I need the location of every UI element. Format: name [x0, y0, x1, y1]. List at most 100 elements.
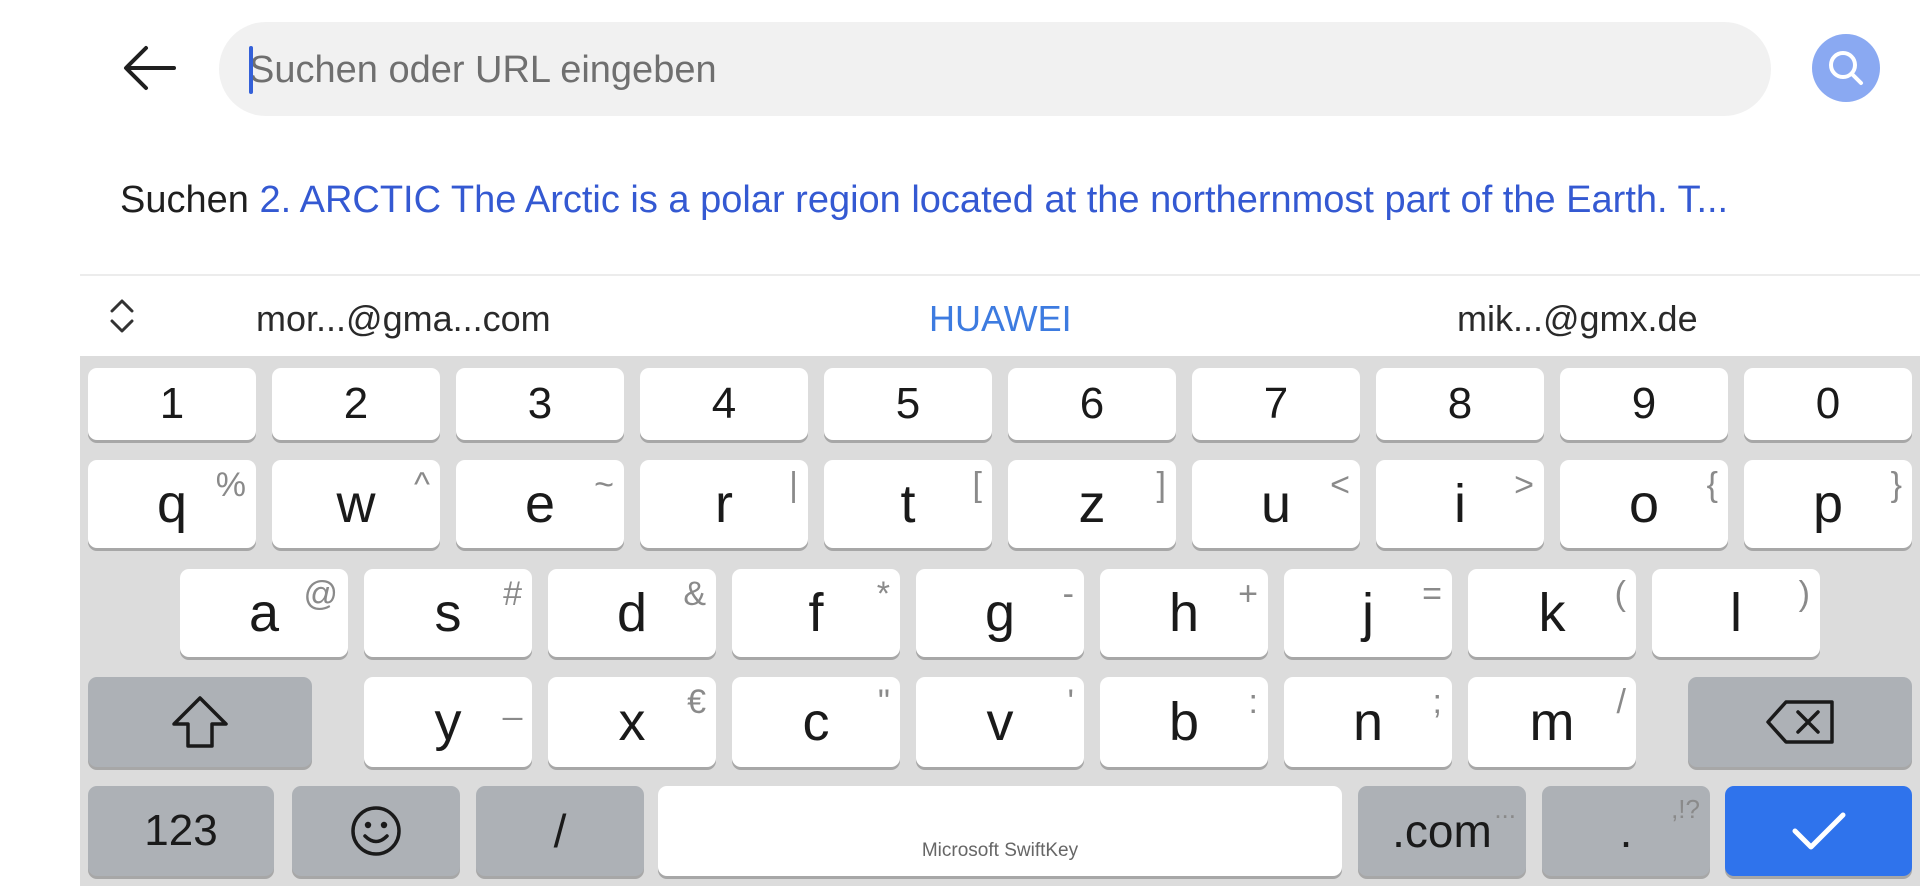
period-key[interactable]: . ,!?	[1542, 786, 1710, 876]
key-c-label: c	[802, 692, 830, 752]
key-o[interactable]: o{	[1560, 460, 1728, 548]
keyboard-suggestion-left[interactable]: mor...@gma...com	[256, 276, 551, 356]
key-s-alt: #	[503, 575, 522, 613]
key-c[interactable]: c "	[732, 677, 900, 767]
key-9-label: 9	[1631, 379, 1657, 428]
key-i-alt: >	[1514, 466, 1534, 504]
key-v-alt: '	[1067, 683, 1075, 721]
key-r-label: r	[715, 474, 733, 534]
dotcom-key-label: .com	[1392, 805, 1492, 857]
slash-key-label: /	[553, 805, 567, 857]
search-button[interactable]	[1812, 34, 1880, 102]
key-0[interactable]: 0	[1744, 368, 1912, 440]
period-key-alt: ,!?	[1671, 794, 1700, 824]
key-l[interactable]: l)	[1652, 569, 1820, 657]
key-2[interactable]: 2	[272, 368, 440, 440]
key-j-alt: =	[1422, 575, 1442, 613]
key-x[interactable]: x €	[548, 677, 716, 767]
key-2-label: 2	[343, 379, 369, 428]
key-h-alt: +	[1238, 575, 1258, 613]
search-field[interactable]	[219, 22, 1771, 118]
key-v[interactable]: v '	[916, 677, 1084, 767]
key-y-label: y	[434, 692, 462, 752]
key-r-alt: |	[789, 466, 798, 504]
key-l-label: l	[1730, 583, 1742, 643]
key-3[interactable]: 3	[456, 368, 624, 440]
key-7-label: 7	[1263, 379, 1289, 428]
key-p-alt: }	[1890, 466, 1902, 504]
keyboard-suggestion-right[interactable]: mik...@gmx.de	[1457, 276, 1698, 356]
key-k-label: k	[1538, 583, 1566, 643]
expand-toolbar-button[interactable]	[100, 294, 144, 338]
backspace-key[interactable]	[1688, 677, 1912, 767]
emoji-key[interactable]	[292, 786, 460, 876]
search-suggestion[interactable]: Suchen 2. ARCTIC The Arctic is a polar r…	[120, 168, 1880, 232]
keyboard-suggestion-center[interactable]: HUAWEI	[929, 276, 1072, 356]
key-5[interactable]: 5	[824, 368, 992, 440]
key-e-alt: ~	[594, 466, 614, 504]
key-e[interactable]: e ~	[456, 460, 624, 548]
key-1[interactable]: 1	[88, 368, 256, 440]
key-f[interactable]: f *	[732, 569, 900, 657]
key-j[interactable]: j =	[1284, 569, 1452, 657]
search-icon	[1829, 51, 1863, 85]
key-o-label: o	[1628, 474, 1660, 534]
key-a[interactable]: a @	[180, 569, 348, 657]
key-x-alt: €	[687, 683, 706, 721]
key-u-label: u	[1260, 474, 1292, 534]
key-6[interactable]: 6	[1008, 368, 1176, 440]
numbers-key-label: 123	[144, 806, 218, 855]
numbers-key[interactable]: 123	[88, 786, 274, 876]
dotcom-key[interactable]: .com ...	[1358, 786, 1526, 876]
key-a-alt: @	[303, 575, 338, 613]
key-w-alt: ^	[414, 466, 430, 504]
enter-key[interactable]	[1725, 786, 1912, 876]
key-q[interactable]: q%	[88, 460, 256, 548]
dotcom-key-alt: ...	[1494, 794, 1516, 824]
search-input[interactable]	[247, 22, 1731, 118]
key-8[interactable]: 8	[1376, 368, 1544, 440]
key-y[interactable]: y _	[364, 677, 532, 767]
key-4[interactable]: 4	[640, 368, 808, 440]
key-t[interactable]: t[	[824, 460, 992, 548]
key-7[interactable]: 7	[1192, 368, 1360, 440]
key-3-label: 3	[527, 379, 553, 428]
key-g[interactable]: g-	[916, 569, 1084, 657]
period-key-label: .	[1619, 805, 1633, 857]
key-q-alt: %	[215, 466, 246, 504]
key-8-label: 8	[1447, 379, 1473, 428]
back-button[interactable]	[118, 40, 182, 96]
key-d-label: d	[616, 583, 648, 643]
key-p[interactable]: p}	[1744, 460, 1912, 548]
keyboard: mor...@gma...com HUAWEI mik...@gmx.de 12…	[80, 276, 1920, 886]
key-z[interactable]: z]	[1008, 460, 1176, 548]
key-w[interactable]: w ^	[272, 460, 440, 548]
key-s[interactable]: s #	[364, 569, 532, 657]
key-n-label: n	[1352, 692, 1384, 752]
key-m[interactable]: m /	[1468, 677, 1636, 767]
key-r[interactable]: r |	[640, 460, 808, 548]
smiley-icon	[351, 806, 401, 856]
key-u[interactable]: u <	[1192, 460, 1360, 548]
key-n[interactable]: n;	[1284, 677, 1452, 767]
suggestion-prefix: Suchen	[120, 179, 249, 221]
key-f-label: f	[808, 583, 824, 643]
key-9[interactable]: 9	[1560, 368, 1728, 440]
key-k[interactable]: k(	[1468, 569, 1636, 657]
key-b[interactable]: b:	[1100, 677, 1268, 767]
key-d[interactable]: d &	[548, 569, 716, 657]
key-i[interactable]: i >	[1376, 460, 1544, 548]
space-key[interactable]: Microsoft SwiftKey	[658, 786, 1342, 876]
key-u-alt: <	[1330, 466, 1350, 504]
key-q-label: q	[156, 474, 188, 534]
key-z-alt: ]	[1156, 466, 1166, 504]
shift-key[interactable]	[88, 677, 312, 767]
slash-key[interactable]: /	[476, 786, 644, 876]
key-0-label: 0	[1815, 379, 1841, 428]
key-y-alt: _	[503, 683, 522, 721]
key-b-alt: :	[1248, 683, 1258, 721]
key-5-label: 5	[895, 379, 921, 428]
key-x-label: x	[618, 692, 646, 752]
text-cursor	[249, 46, 253, 94]
key-h[interactable]: h +	[1100, 569, 1268, 657]
